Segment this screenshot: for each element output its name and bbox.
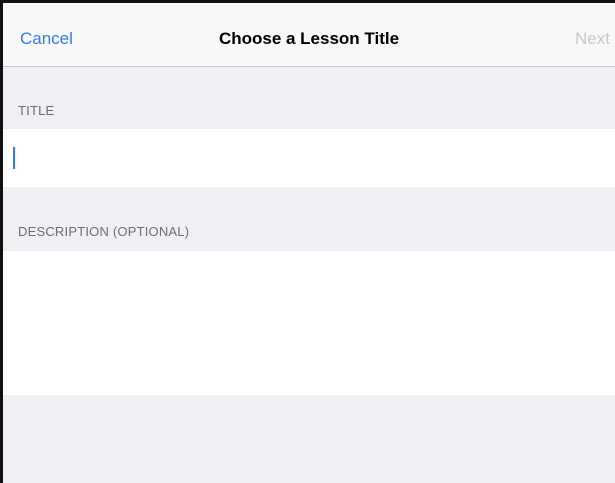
description-section-label: DESCRIPTION (OPTIONAL) [18,224,190,239]
navigation-bar: Cancel Choose a Lesson Title Next [3,3,615,67]
text-cursor [13,147,15,169]
description-input[interactable] [3,251,615,395]
title-input[interactable] [3,129,615,187]
next-button[interactable]: Next [575,29,610,49]
title-section-label: TITLE [18,103,55,118]
page-title: Choose a Lesson Title [218,29,400,48]
app-window: Cancel Choose a Lesson Title Next TITLE … [0,0,615,483]
